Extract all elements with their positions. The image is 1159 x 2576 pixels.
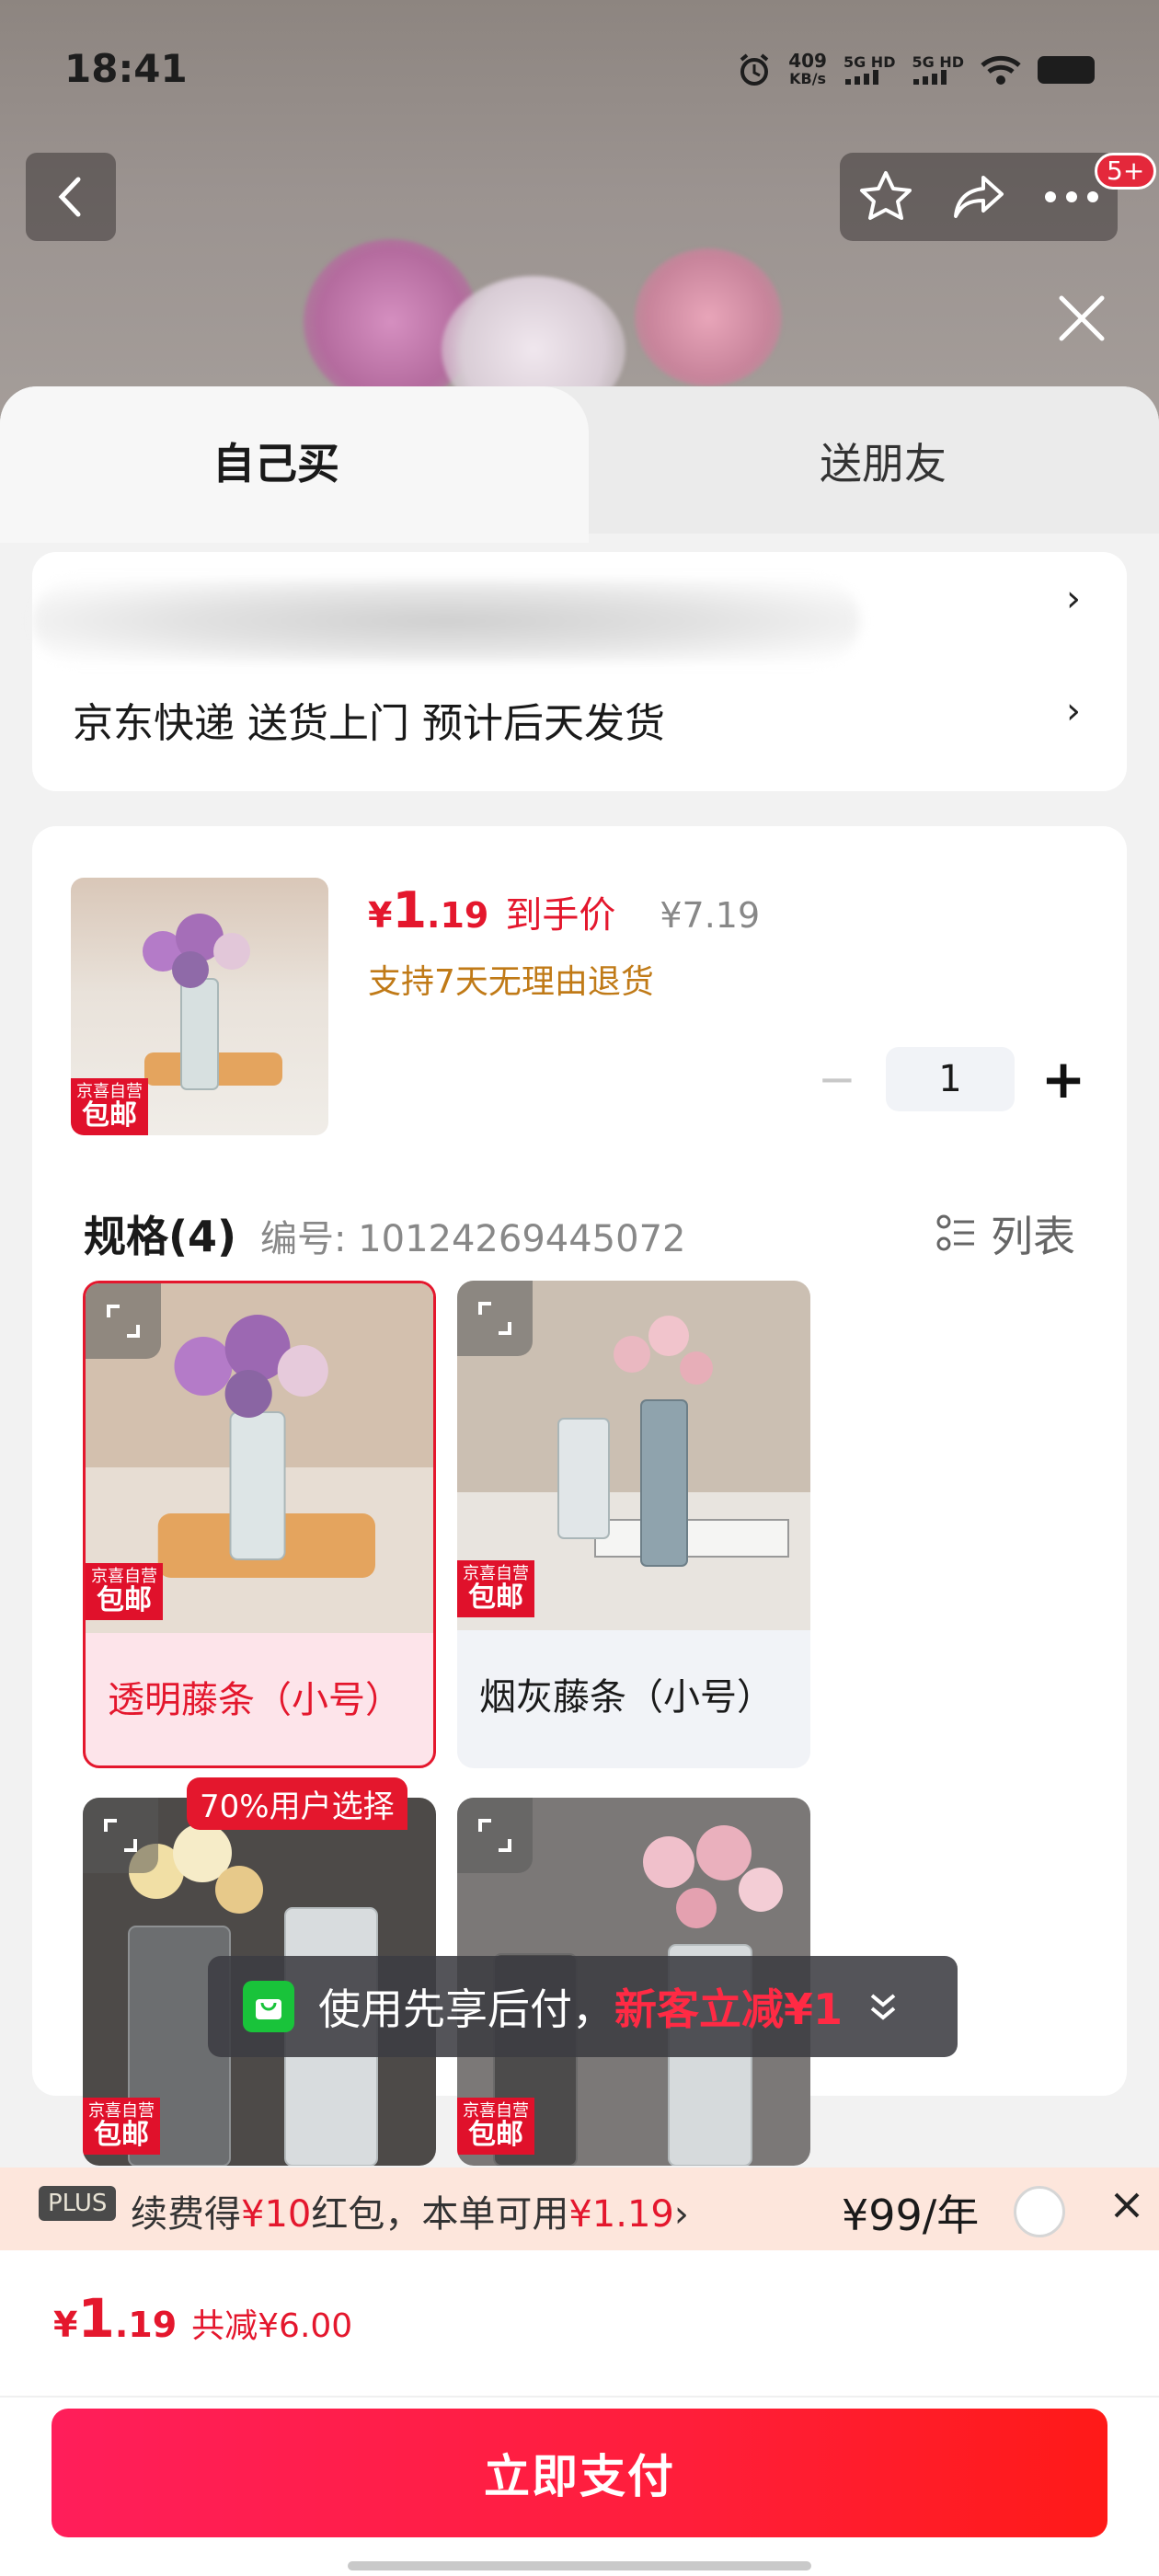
- price-int: 1: [392, 881, 428, 939]
- plus-arrow: ›: [673, 2193, 689, 2236]
- tag-bottom-text: 包邮: [82, 1098, 137, 1132]
- toast-highlight: 新客立减¥1: [614, 1984, 843, 2034]
- signal-2: 5G HD: [912, 55, 964, 85]
- divider: [0, 2396, 1159, 2398]
- tag-top-text: 京喜自营: [76, 1081, 143, 1101]
- plus-red-usable: ¥1.19: [568, 2193, 674, 2236]
- quantity-stepper: − 1 +: [814, 1047, 1086, 1111]
- total-int: 1: [77, 2287, 115, 2350]
- address-card: › 京东快递 送货上门 预计后天发货 ›: [32, 552, 1127, 791]
- signal-1: 5G HD: [843, 53, 896, 85]
- checkout-bar: ¥1.19 共减¥6.00 立即支付: [0, 2250, 1159, 2576]
- spec-code: 编号: 10124269445072: [260, 1218, 686, 1260]
- tab-self-buy[interactable]: 自己买: [0, 386, 589, 543]
- chevron-left-icon: [58, 177, 81, 217]
- increase-button[interactable]: +: [1040, 1048, 1086, 1110]
- back-button[interactable]: [26, 153, 116, 241]
- variant-label: 烟灰藤条（小号）: [479, 1676, 774, 1719]
- tag-bottom-text: 包邮: [468, 2118, 523, 2151]
- expand-icon[interactable]: [86, 1283, 161, 1359]
- more-icon[interactable]: [1043, 188, 1100, 206]
- variant-smoke-grey[interactable]: 京喜自营 包邮 烟灰藤条（小号）: [457, 1281, 810, 1768]
- plus-promo-text: 续费得¥10红包，本单可用¥1.19›: [131, 2184, 689, 2237]
- currency-symbol: ¥: [368, 895, 393, 936]
- pay-now-button[interactable]: 立即支付: [52, 2409, 1107, 2537]
- close-icon[interactable]: [1056, 293, 1107, 344]
- status-icons: 409 KB/s 5G HD 5G HD: [737, 52, 1095, 88]
- alarm-icon: [740, 53, 769, 86]
- self-operated-tag: 京喜自营 包邮: [83, 2098, 160, 2156]
- return-policy: 支持7天无理由退货: [368, 963, 654, 1001]
- expand-icon[interactable]: [457, 1281, 533, 1356]
- status-time: 18:41: [64, 46, 188, 91]
- list-label: 列表: [991, 1212, 1075, 1261]
- expand-icon[interactable]: [457, 1798, 533, 1873]
- variant-label: 透明藤条（小号）: [108, 1679, 402, 1721]
- total-dec: .19: [114, 2305, 178, 2345]
- home-indicator[interactable]: [348, 2561, 811, 2570]
- list-icon: [936, 1214, 974, 1251]
- plus-radio[interactable]: [1014, 2186, 1065, 2237]
- signal-1-label: 5G HD: [843, 53, 896, 71]
- notification-badge: 5+: [1095, 153, 1157, 190]
- shopping-bag-icon: [243, 1981, 294, 2032]
- decrease-button[interactable]: −: [814, 1052, 860, 1106]
- price-row: ¥1.19 到手价 ¥7.19: [368, 881, 760, 939]
- original-price: ¥7.19: [660, 895, 761, 936]
- chevron-double-down-icon[interactable]: [866, 1988, 900, 2025]
- shipping-chevron-icon[interactable]: ›: [1066, 690, 1081, 732]
- signal-2-label: 5G HD: [912, 53, 964, 71]
- plus-text-mid: 红包，本单可用: [311, 2193, 569, 2236]
- net-speed-value: 409: [788, 50, 827, 72]
- plus-red-amount: ¥10: [241, 2193, 312, 2236]
- status-bar: 18:41 409 KB/s 5G HD 5G HD: [0, 0, 1159, 138]
- list-view-toggle[interactable]: 列表: [935, 1203, 1075, 1264]
- total-price: ¥1.19 共减¥6.00: [53, 2287, 352, 2350]
- star-icon[interactable]: [857, 168, 914, 225]
- address-chevron-icon[interactable]: ›: [1066, 578, 1081, 620]
- plus-label: PLUS: [39, 2186, 117, 2221]
- quantity-input[interactable]: 1: [886, 1047, 1015, 1111]
- price-label: 到手价: [505, 894, 616, 937]
- nav-action-group: [840, 153, 1118, 241]
- net-speed: 409 KB/s: [788, 52, 827, 88]
- address-redacted: [32, 580, 860, 662]
- net-speed-unit: KB/s: [789, 70, 827, 87]
- total-currency: ¥: [53, 2305, 78, 2345]
- expand-icon[interactable]: [83, 1798, 158, 1873]
- variant-transparent[interactable]: 京喜自营 包邮 透明藤条（小号）: [83, 1281, 436, 1768]
- shipping-info[interactable]: 京东快递 送货上门 预计后天发货: [73, 690, 665, 749]
- popular-choice-badge: 70%用户选择: [187, 1777, 407, 1830]
- final-price: ¥1.19: [368, 881, 488, 939]
- plus-year-price: ¥99/年: [842, 2191, 980, 2240]
- self-operated-tag: 京喜自营 包邮: [457, 1560, 534, 1618]
- price-dec: .19: [427, 895, 489, 936]
- wifi-icon: [981, 55, 1021, 85]
- signal-bars-icon: [844, 70, 878, 85]
- self-operated-tag: 京喜自营 包邮: [71, 1077, 148, 1135]
- plus-membership-bar[interactable]: PLUS 续费得¥10红包，本单可用¥1.19› ¥99/年: [0, 2168, 1159, 2250]
- total-saved: 共减¥6.00: [191, 2307, 353, 2345]
- self-operated-tag: 京喜自营 包邮: [457, 2098, 534, 2156]
- plus-close-icon[interactable]: [1104, 2182, 1150, 2228]
- toast-text-main: 使用先享后付，: [318, 1984, 614, 2034]
- battery-icon: [1038, 56, 1095, 84]
- tag-bottom-text: 包邮: [97, 1583, 152, 1616]
- self-operated-tag: 京喜自营 包邮: [86, 1563, 163, 1621]
- tab-self-buy-label: 自己买: [212, 439, 339, 489]
- product-thumbnail[interactable]: 京喜自营 包邮: [71, 878, 328, 1135]
- tag-bottom-text: 包邮: [468, 1581, 523, 1614]
- tag-bottom-text: 包邮: [94, 2118, 149, 2151]
- toast-text: 使用先享后付，新客立减¥1: [318, 1976, 843, 2037]
- tab-gift-friend[interactable]: 送朋友: [589, 431, 1159, 491]
- spec-title: 规格(4): [84, 1212, 237, 1261]
- share-icon[interactable]: [950, 168, 1007, 225]
- plus-text-pre: 续费得: [131, 2193, 241, 2236]
- signal-bars-icon: [913, 70, 947, 85]
- pay-later-toast[interactable]: 使用先享后付，新客立减¥1: [208, 1956, 958, 2057]
